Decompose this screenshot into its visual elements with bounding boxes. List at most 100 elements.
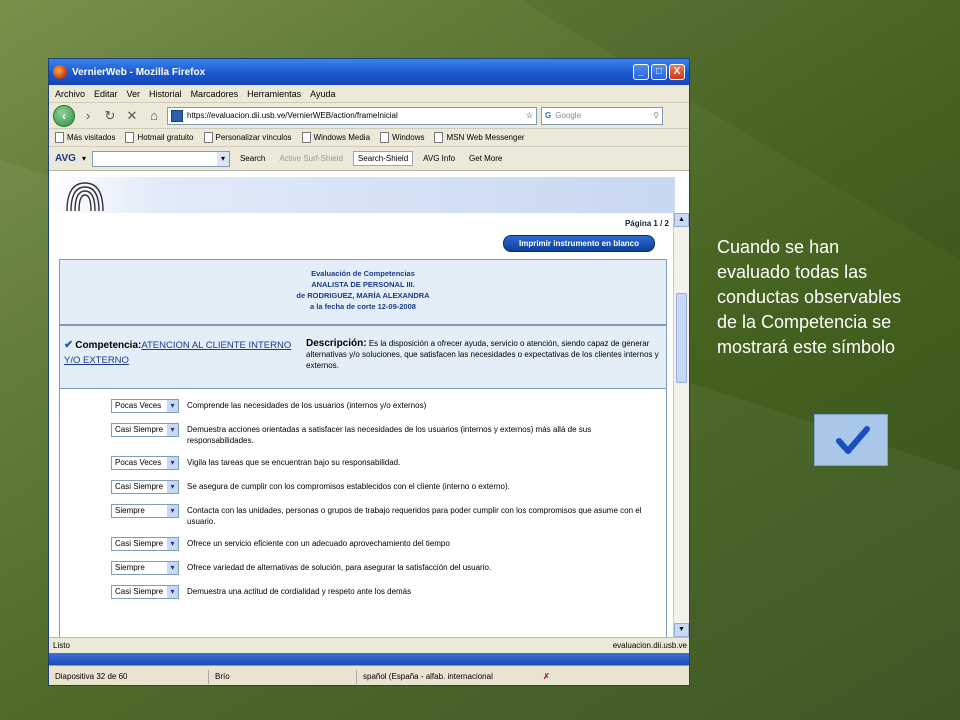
bookmark-icon [203,132,213,143]
menu-herramientas[interactable]: Herramientas [247,89,301,99]
list-item: Casi Siempre Se asegura de cumplir con l… [60,478,666,502]
rating-select[interactable]: Casi Siempre [111,585,179,599]
rating-select[interactable]: Siempre [111,504,179,518]
back-button[interactable]: ‹ [53,104,75,127]
menu-ver[interactable]: Ver [127,89,141,99]
maximize-button[interactable]: □ [651,64,667,80]
list-item: Casi Siempre Demuestra acciones orientad… [60,421,666,454]
list-item: Casi Siempre Ofrece un servicio eficient… [60,535,666,559]
theme-name: Brío [209,669,357,684]
search-input[interactable]: G Google ⚲ [541,106,663,125]
get-more-button[interactable]: Get More [465,152,506,165]
search-shield-button[interactable]: Search-Shield [352,151,414,166]
bookmark-mas-visitados[interactable]: Más visitados [55,132,115,143]
browser-status-bar: Listo evaluacion.dii.usb.ve [49,637,689,653]
bookmark-windows[interactable]: Windows [380,132,424,143]
rating-select[interactable]: Casi Siempre [111,423,179,437]
rating-select[interactable]: Casi Siempre [111,537,179,551]
eval-person: de RODRIGUEZ, MARÍA ALEXANDRA [296,291,430,300]
menu-ayuda[interactable]: Ayuda [310,89,335,99]
conducta-text: Demuestra acciones orientadas a satisfac… [187,425,592,445]
address-bar[interactable]: https://evaluacion.dii.usb.ve/VernierWEB… [167,106,537,125]
competencia-label: Competencia: [75,340,142,351]
competencia-title: ✔ Competencia:ATENCION AL CLIENTE INTERNO… [64,338,300,368]
conductas-list: Pocas Veces Comprende las necesidades de… [59,389,667,637]
search-placeholder: Google [555,111,582,120]
avg-toolbar: AVG ▾ Search Active Surf-Shield Search-S… [49,147,689,171]
bookmark-personalizar[interactable]: Personalizar vínculos [203,132,292,143]
close-button[interactable]: X [669,64,685,80]
eval-date: a la fecha de corte 12-09-2008 [310,302,416,311]
conducta-text: Contacta con las unidades, personas o gr… [187,506,642,526]
bookmark-icon [55,132,64,143]
navigation-toolbar: ‹ › ↻ ✕ ⌂ https://evaluacion.dii.usb.ve/… [49,103,689,129]
print-blank-button[interactable]: Imprimir instrumento en blanco [503,235,655,252]
check-icon: ✔ [64,339,74,351]
conducta-text: Se asegura de cumplir con los compromiso… [187,482,510,491]
conducta-text: Demuestra una actitud de cordialidad y r… [187,587,412,596]
avg-menu-arrow-icon[interactable]: ▾ [82,154,86,163]
list-item: Pocas Veces Vigila las tareas que se enc… [60,454,666,478]
list-item: Siempre Ofrece variedad de alternativas … [60,559,666,583]
msn-icon [434,132,444,143]
conducta-text: Ofrece un servicio eficiente con un adec… [187,539,450,548]
bookmark-icon [125,132,135,143]
scroll-down-icon[interactable]: ▼ [674,623,689,637]
language-indicator: spañol (España - alfab. internacional [363,671,493,681]
rating-select[interactable]: Siempre [111,561,179,575]
avg-search-button[interactable]: Search [236,152,269,165]
checkmark-icon [836,426,870,454]
slide-counter: Diapositiva 32 de 60 [49,669,209,684]
forward-icon[interactable]: › [79,107,97,125]
list-item: Siempre Contacta con las unidades, perso… [60,502,666,535]
status-domain: evaluacion.dii.usb.ve [612,641,687,650]
list-item: Pocas Veces Comprende las necesidades de… [60,397,666,421]
active-surf-shield-button[interactable]: Active Surf-Shield [275,152,347,165]
bookmark-msn[interactable]: MSN Web Messenger [434,132,525,143]
competencia-box: ✔ Competencia:ATENCION AL CLIENTE INTERNO… [59,325,667,389]
bookmark-star-icon[interactable]: ☆ [526,111,533,120]
scroll-up-icon[interactable]: ▲ [674,213,689,227]
site-favicon-icon [171,109,183,122]
menu-marcadores[interactable]: Marcadores [191,89,239,99]
home-icon[interactable]: ⌂ [145,107,163,125]
google-icon: G [545,111,552,120]
evaluation-header: Evaluación de Competencias ANALISTA DE P… [59,259,667,325]
powerpoint-status-bar: Diapositiva 32 de 60 Brío spañol (España… [49,665,689,685]
bookmark-hotmail[interactable]: Hotmail gratuito [125,132,194,143]
vertical-scrollbar[interactable]: ▲ ▼ [673,213,689,637]
avg-info-button[interactable]: AVG Info [419,152,459,165]
browser-screenshot: VernierWeb - Mozilla Firefox _ □ X Archi… [48,58,690,686]
conducta-text: Ofrece variedad de alternativas de soluc… [187,563,492,572]
reload-icon[interactable]: ↻ [101,107,119,125]
stop-icon[interactable]: ✕ [123,107,141,125]
conducta-text: Comprende las necesidades de los usuario… [187,401,427,410]
page-content: Página 1 / 2 Imprimir instrumento en bla… [49,213,675,637]
taskbar-strip [49,653,689,665]
rating-select[interactable]: Pocas Veces [111,399,179,413]
callout-text: Cuando se han evaluado todas las conduct… [717,237,902,357]
menu-historial[interactable]: Historial [149,89,182,99]
scroll-thumb[interactable] [676,293,687,383]
minimize-button[interactable]: _ [633,64,649,80]
window-title: VernierWeb - Mozilla Firefox [72,66,206,78]
url-text: https://evaluacion.dii.usb.ve/VernierWEB… [187,111,398,120]
menu-bar: Archivo Editar Ver Historial Marcadores … [49,85,689,103]
bookmark-windows-media[interactable]: Windows Media [301,132,370,143]
bookmark-icon [301,132,311,143]
rating-select[interactable]: Casi Siempre [111,480,179,494]
bookmark-icon [380,132,390,143]
university-logo-icon [66,182,104,212]
competencia-description: Descripción: Es la disposición a ofrecer… [306,338,662,371]
menu-archivo[interactable]: Archivo [55,89,85,99]
rating-select[interactable]: Pocas Veces [111,456,179,470]
eval-position: ANALISTA DE PERSONAL III. [311,280,415,289]
firefox-icon [53,65,67,79]
menu-editar[interactable]: Editar [94,89,118,99]
window-titlebar: VernierWeb - Mozilla Firefox _ □ X [49,59,689,85]
search-icon[interactable]: ⚲ [653,111,659,120]
avg-logo: AVG [55,153,76,164]
conducta-text: Vigila las tareas que se encuentran bajo… [187,458,401,467]
avg-search-input[interactable] [91,150,230,167]
descripcion-label: Descripción: [306,338,367,349]
